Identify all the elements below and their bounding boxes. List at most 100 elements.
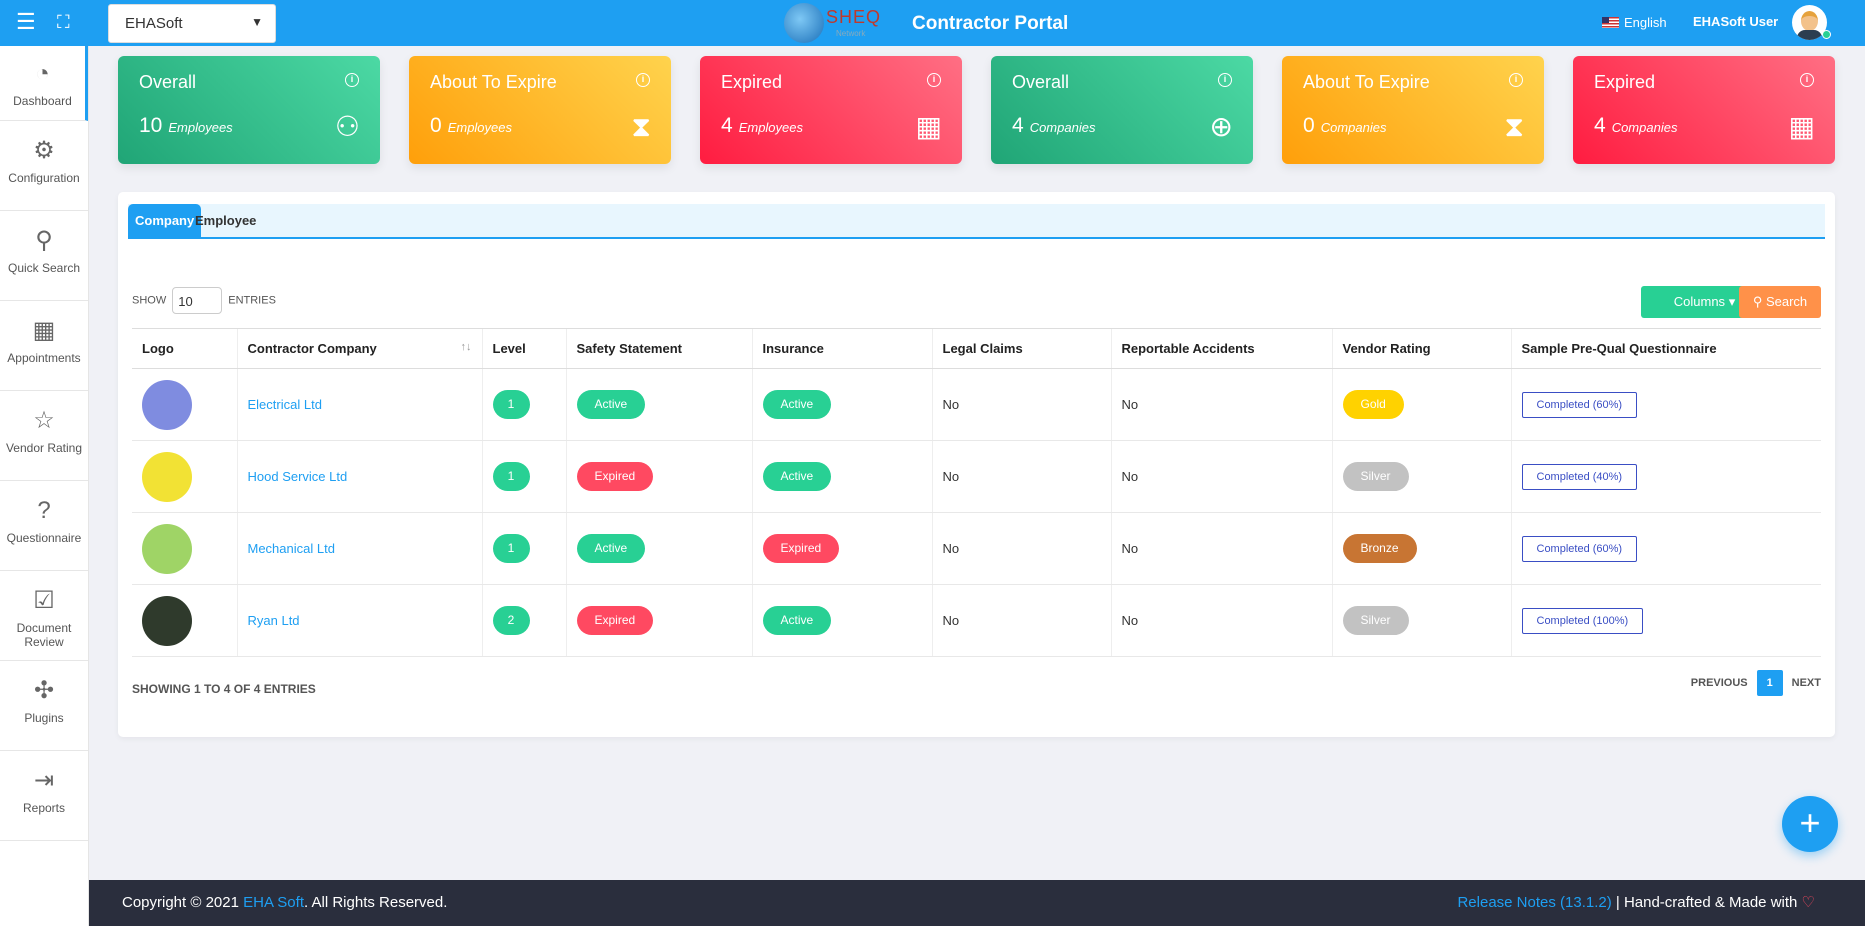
column-header[interactable]: Reportable Accidents: [1110, 328, 1332, 369]
column-header[interactable]: Safety Statement: [565, 328, 752, 369]
language-selector[interactable]: English: [1602, 15, 1667, 30]
stat-card[interactable]: Overall i 4 Companies ⊕: [991, 56, 1253, 164]
sidebar-item-label: Questionnaire: [6, 531, 82, 545]
company-link[interactable]: Electrical Ltd: [248, 397, 322, 412]
stat-card[interactable]: About To Expire i 0 Employees ⧗: [409, 56, 671, 164]
stat-card[interactable]: Expired i 4 Companies ▦: [1573, 56, 1835, 164]
sheq-logo: SHEQ Network: [784, 3, 894, 43]
info-icon[interactable]: i: [1509, 73, 1523, 87]
company-link[interactable]: Ryan Ltd: [248, 613, 300, 628]
logo-subtext: Network: [836, 29, 866, 38]
card-title: Expired: [1594, 72, 1656, 92]
accidents-cell: No: [1110, 440, 1332, 513]
column-header[interactable]: Insurance: [751, 328, 932, 369]
copyright-suffix: . All Rights Reserved.: [304, 894, 448, 911]
chevron-down-icon: ▼: [251, 15, 263, 29]
header-label: Reportable Accidents: [1121, 341, 1255, 356]
calendar-icon: ▦: [32, 317, 56, 344]
menu-icon[interactable]: ☰: [16, 11, 36, 33]
company-link[interactable]: Mechanical Ltd: [248, 541, 335, 556]
star-icon: ☆: [33, 407, 55, 434]
stat-card[interactable]: Expired i 4 Employees ▦: [700, 56, 962, 164]
sidebar-item-vendor-rating[interactable]: ☆ Vendor Rating: [0, 391, 88, 481]
sidebar-item-reports[interactable]: ⇥ Reports: [0, 751, 88, 841]
copyright-text: Copyright © 2021: [122, 894, 244, 911]
globe-logo-icon: [784, 3, 824, 43]
table-row: Electrical Ltd 1 Active Active No No Gol…: [132, 368, 1821, 441]
online-status-dot: [1822, 30, 1831, 39]
column-header[interactable]: Legal Claims: [931, 328, 1111, 369]
card-unit: Employees: [738, 120, 803, 135]
info-icon[interactable]: i: [927, 73, 941, 87]
card-title: Overall: [139, 72, 197, 92]
sidebar-item-configuration[interactable]: ⚙ Configuration: [0, 121, 88, 211]
header-label: Safety Statement: [576, 341, 682, 356]
sidebar-item-label: Reports: [22, 801, 66, 815]
safety-status-badge: Active: [576, 390, 646, 419]
sidebar-item-dashboard[interactable]: ◔ Dashboard: [0, 46, 88, 121]
column-header[interactable]: Logo: [132, 328, 237, 369]
questionnaire-button[interactable]: Completed (40%): [1521, 463, 1638, 490]
sidebar-item-label: Quick Search: [7, 261, 81, 275]
sidebar-item-plugins[interactable]: ✣ Plugins: [0, 661, 88, 751]
level-badge: 1: [492, 462, 530, 491]
info-icon[interactable]: i: [1800, 73, 1814, 87]
company-link[interactable]: Hood Service Ltd: [248, 469, 348, 484]
card-title: Overall: [1012, 72, 1070, 92]
insurance-status-badge: Active: [762, 606, 832, 635]
sidebar-item-quick-search[interactable]: ⚲ Quick Search: [0, 211, 88, 301]
fullscreen-icon[interactable]: ⛶: [57, 11, 70, 33]
table-row: Hood Service Ltd 1 Expired Active No No …: [132, 440, 1821, 513]
search-button[interactable]: ⚲ Search: [1739, 286, 1821, 318]
page-size-input[interactable]: 10: [172, 287, 223, 314]
org-select-value: EHASoft: [125, 15, 183, 32]
pagination: PREVIOUS 1 NEXT: [1691, 670, 1821, 696]
card-value: 4: [1594, 114, 1606, 137]
info-icon[interactable]: i: [345, 73, 359, 87]
sort-icon[interactable]: ↑↓: [461, 341, 472, 353]
organization-select[interactable]: EHASoft ▼: [108, 4, 276, 43]
columns-label: Columns: [1673, 294, 1726, 309]
accidents-cell: No: [1110, 368, 1332, 441]
add-button[interactable]: +: [1782, 796, 1838, 852]
company-logo: [142, 523, 192, 574]
stat-card[interactable]: Overall i 10 Employees ⚇: [118, 56, 380, 164]
company-logo: [142, 451, 192, 502]
us-flag-icon: [1602, 17, 1619, 28]
sidebar-item-label: Appointments: [7, 351, 81, 365]
legal-claims-cell: No: [931, 584, 1111, 657]
info-icon[interactable]: i: [1218, 73, 1232, 87]
tab-employee[interactable]: Employee: [188, 204, 263, 237]
safety-status-badge: Expired: [576, 462, 654, 491]
next-button[interactable]: NEXT: [1792, 677, 1821, 689]
questionnaire-button[interactable]: Completed (100%): [1521, 607, 1644, 634]
hourglass-icon: ⧗: [631, 111, 651, 142]
sidebar-item-appointments[interactable]: ▦ Appointments: [0, 301, 88, 391]
brand-link[interactable]: EHA Soft: [243, 894, 304, 911]
level-badge: 1: [492, 390, 530, 419]
questionnaire-button[interactable]: Completed (60%): [1521, 535, 1638, 562]
column-header[interactable]: Contractor Company ↑↓: [236, 328, 482, 369]
release-notes-link[interactable]: Release Notes (13.1.2): [1457, 894, 1611, 911]
column-header[interactable]: Vendor Rating: [1331, 328, 1511, 369]
previous-button[interactable]: PREVIOUS: [1691, 677, 1748, 689]
hourglass-icon: ⧗: [1504, 111, 1524, 142]
puzzle-icon: ✣: [33, 677, 55, 704]
safety-status-badge: Active: [576, 534, 646, 563]
sidebar-item-questionnaire[interactable]: ? Questionnaire: [0, 481, 88, 571]
card-value: 0: [430, 114, 442, 137]
questionnaire-button[interactable]: Completed (60%): [1521, 391, 1638, 418]
vendor-rating-badge: Gold: [1342, 390, 1404, 419]
page-1-button[interactable]: 1: [1756, 670, 1783, 696]
info-icon[interactable]: i: [636, 73, 650, 87]
column-header[interactable]: Sample Pre-Qual Questionnaire: [1510, 328, 1821, 369]
made-with-text: | Hand-crafted & Made with: [1611, 894, 1802, 911]
user-name[interactable]: EHASoft User: [1693, 14, 1778, 29]
clipboard-check-icon: ☑: [33, 587, 55, 614]
stat-card[interactable]: About To Expire i 0 Companies ⧗: [1282, 56, 1544, 164]
search-icon: ⚲: [1752, 294, 1763, 309]
table-row: Mechanical Ltd 1 Active Expired No No Br…: [132, 512, 1821, 585]
sidebar-item-document-review[interactable]: ☑ Document Review: [0, 571, 88, 661]
sidebar-item-label: Dashboard: [13, 94, 72, 108]
column-header[interactable]: Level: [481, 328, 566, 369]
